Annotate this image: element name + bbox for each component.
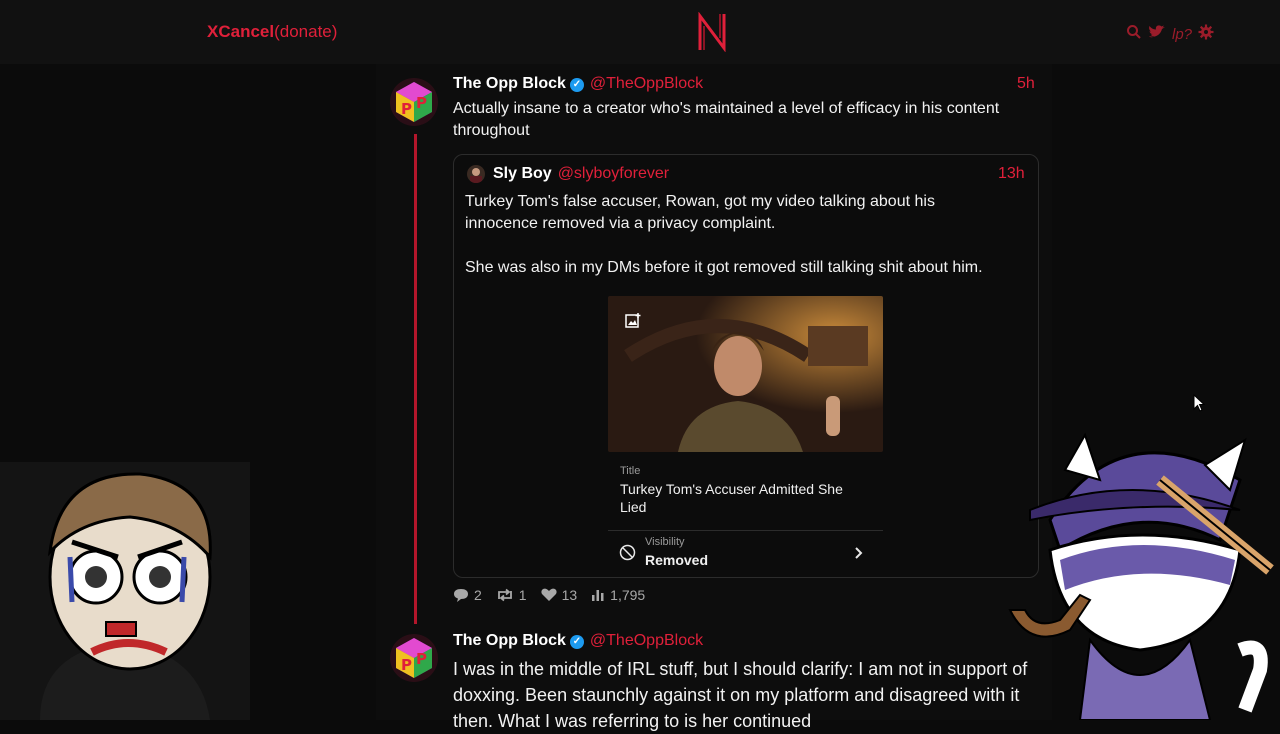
tweet-text: Actually insane to a creator who's maint… xyxy=(453,100,1000,139)
quote-text-paragraph-1: Turkey Tom's false accuser, Rowan, got m… xyxy=(465,193,935,232)
views-stat: 1,795 xyxy=(591,587,645,603)
quote-author-handle[interactable]: @slyboyforever xyxy=(558,165,669,182)
image-icon xyxy=(625,312,642,334)
view-count: 1,795 xyxy=(610,587,646,603)
chevron-right-icon[interactable] xyxy=(854,546,864,565)
mouse-cursor xyxy=(1193,393,1206,417)
visibility-row[interactable]: Visibility Removed xyxy=(608,532,883,574)
brand-name[interactable]: XCancel xyxy=(207,22,274,41)
tweet-timestamp[interactable]: 5h xyxy=(1017,75,1035,93)
svg-text:P: P xyxy=(401,100,412,118)
donate-link[interactable]: (donate) xyxy=(274,22,337,41)
verified-icon: ✓ xyxy=(569,635,584,649)
visibility-label: Visibility xyxy=(645,536,685,548)
video-thumbnail[interactable] xyxy=(608,296,883,452)
visibility-value: Removed xyxy=(645,552,709,568)
top-navigation-bar: XCancel(donate) lp? xyxy=(0,0,1280,64)
tweet-stats: 2 1 13 1,795 xyxy=(453,587,645,603)
thread-connector xyxy=(414,134,417,624)
author-handle[interactable]: @TheOppBlock xyxy=(590,632,703,649)
svg-text:P: P xyxy=(416,94,427,112)
header-icons: lp? xyxy=(1126,24,1214,44)
svg-text:P: P xyxy=(401,656,412,674)
streamer-avatar-overlay xyxy=(0,462,250,720)
retweet-count: 1 xyxy=(518,587,527,603)
views-icon xyxy=(592,590,604,601)
quote-author-name[interactable]: Sly Boy xyxy=(493,165,552,182)
reply-stat[interactable]: 2 xyxy=(453,587,482,603)
tweet-author[interactable]: The Opp Block ✓ @TheOppBlock xyxy=(453,632,703,650)
avatar[interactable]: P P xyxy=(390,78,438,126)
author-handle[interactable]: @TheOppBlock xyxy=(590,75,703,92)
tweet-text: I was in the middle of IRL stuff, but I … xyxy=(453,659,1028,731)
avatar[interactable]: P P xyxy=(390,634,438,682)
card-title[interactable]: Turkey Tom's Accuser Admitted She Lied xyxy=(620,480,870,516)
bird-icon[interactable] xyxy=(1148,24,1166,44)
heart-icon xyxy=(541,588,557,601)
retweet-stat[interactable]: 1 xyxy=(496,587,527,603)
quote-timestamp[interactable]: 13h xyxy=(998,165,1025,183)
author-name[interactable]: The Opp Block xyxy=(453,632,566,649)
reply-count: 2 xyxy=(474,587,482,603)
tweet-author[interactable]: The Opp Block ✓ @TheOppBlock xyxy=(453,75,703,93)
lp-icon[interactable]: lp? xyxy=(1172,26,1192,43)
quote-text-paragraph-2: She was also in my DMs before it got rem… xyxy=(465,259,983,276)
nitter-logo[interactable] xyxy=(696,11,728,57)
quote-author[interactable]: Sly Boy @slyboyforever xyxy=(493,165,669,183)
gear-icon[interactable] xyxy=(1198,24,1214,44)
comment-icon xyxy=(454,588,468,602)
card-title-label: Title xyxy=(620,465,641,477)
author-name[interactable]: The Opp Block xyxy=(453,75,566,92)
wizard-cat-overlay xyxy=(990,410,1280,721)
like-stat[interactable]: 13 xyxy=(541,587,578,603)
brand-link[interactable]: XCancel(donate) xyxy=(207,22,337,42)
search-icon[interactable] xyxy=(1126,24,1142,44)
svg-text:P: P xyxy=(416,650,427,668)
like-count: 13 xyxy=(561,587,578,603)
verified-icon: ✓ xyxy=(569,78,584,92)
card-divider xyxy=(608,530,883,531)
quote-avatar[interactable] xyxy=(467,165,485,183)
blocked-icon xyxy=(619,544,636,566)
retweet-icon xyxy=(497,588,512,602)
